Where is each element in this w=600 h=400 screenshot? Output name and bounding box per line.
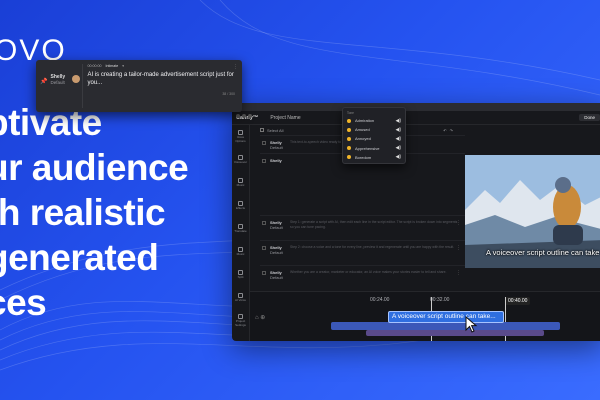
avatar[interactable] <box>72 75 81 83</box>
emoji-icon <box>347 155 351 160</box>
script-row[interactable]: Shelly Default Step 2: choose a voice and… <box>260 240 465 265</box>
sidebar-item-translate[interactable]: Translate <box>232 217 249 240</box>
timeline-ruler: 00:24.00 00:32.00 00:40.00 <box>250 294 600 305</box>
time-label: 00:24.00 <box>370 297 390 303</box>
pin-icon[interactable]: 📌 <box>40 78 47 108</box>
tone-option[interactable]: Amused ◀) <box>347 125 401 134</box>
row-text[interactable]: Step 1: generate a script with AI, then … <box>290 220 465 240</box>
script-row[interactable]: Shelly Default Whether you are a creator,… <box>260 265 465 291</box>
sidebar-item-ai-voice[interactable]: AI Voice <box>232 286 249 309</box>
caption-clip[interactable]: A voiceover script outline can take... <box>388 311 504 323</box>
row-text[interactable]: Whether you are a creator, marketer or e… <box>290 270 450 291</box>
sidebar-item-project-settings[interactable]: Project Settings <box>232 309 249 332</box>
preview-caption: A voiceover script outline can take <box>486 248 600 257</box>
script-time: 00:00:00 <box>87 64 102 68</box>
speaker[interactable]: Shelly Default <box>50 74 72 108</box>
active-script-card[interactable]: 📌 Shelly Default 00:00:00 Intimate ▾ AI i… <box>36 60 242 112</box>
row-text[interactable]: This text-to-speech video ready to ... <box>290 140 349 153</box>
sidebar-item-split[interactable]: Split <box>232 263 249 286</box>
emoji-icon <box>347 127 351 132</box>
sidebar-item-effects[interactable]: Effects <box>232 194 249 217</box>
timeline-tool-icons[interactable]: ⌂ ⊕ <box>255 314 265 321</box>
row-more-icon[interactable]: ⋮ <box>456 245 461 251</box>
row-checkbox[interactable] <box>262 141 266 145</box>
audio-track-2[interactable] <box>366 330 544 336</box>
speaker-icon[interactable]: ◀) <box>395 127 401 133</box>
tone-dropdown: Tone Admiration ◀) Amused ◀) Annoyed ◀) App… <box>342 107 406 164</box>
video-preview[interactable]: A voiceover script outline can take <box>465 155 600 268</box>
row-checkbox[interactable] <box>262 159 266 163</box>
script-row[interactable]: Shelly Default Step 1: generate a script … <box>260 215 465 240</box>
sidebar-item-voiceover[interactable]: Voiceover <box>232 148 249 171</box>
time-label: 00:32.00 <box>430 297 450 303</box>
app-topbar: Canny™ Project Name Done <box>232 111 600 125</box>
sidebar-item-voice-options[interactable]: Voice Options <box>232 125 249 148</box>
sidebar-item-music[interactable]: Music <box>232 171 249 194</box>
char-count: 38 / 300 <box>222 92 235 96</box>
row-checkbox[interactable] <box>262 246 266 250</box>
row-text[interactable]: Step 2: choose a voice and a tone for ev… <box>290 245 458 265</box>
select-all-label: Select All <box>267 127 284 133</box>
sidebar: Voice Options Voiceover Music Effects Tr… <box>232 125 250 341</box>
row-checkbox[interactable] <box>262 221 266 225</box>
tone-option[interactable]: Annoyed ◀) <box>347 134 401 143</box>
headline: ptivate ur audience th realistic generat… <box>0 102 189 323</box>
window-titlebar <box>232 103 600 118</box>
script-text[interactable]: AI is creating a tailor-made advertiseme… <box>87 71 238 87</box>
current-time: 00:40.00 <box>505 297 531 305</box>
speaker-icon[interactable]: ◀) <box>395 145 401 151</box>
tone-option[interactable]: Apprehensive ◀) <box>347 144 401 153</box>
select-all-checkbox[interactable] <box>260 128 264 132</box>
emoji-icon <box>347 118 351 123</box>
tone-select[interactable]: Intimate <box>105 64 118 68</box>
sidebar-item-music-2[interactable]: Music <box>232 240 249 263</box>
tone-menu-header: Tone <box>347 111 354 115</box>
emoji-icon <box>347 136 351 141</box>
script-meta: 00:00:00 Intimate ▾ <box>87 64 238 68</box>
project-name[interactable]: Project Name <box>270 115 300 121</box>
more-icon[interactable]: ⋮ <box>233 64 238 70</box>
audio-track[interactable] <box>331 322 560 330</box>
row-checkbox[interactable] <box>262 271 266 275</box>
mouse-cursor-icon <box>465 316 478 333</box>
done-button[interactable]: Done <box>579 114 600 121</box>
tone-option[interactable]: Boredom ◀) <box>347 153 401 162</box>
undo-redo-icons[interactable]: ↶↷ <box>443 128 456 133</box>
speaker-icon[interactable]: ◀) <box>395 154 401 160</box>
speaker-icon[interactable]: ◀) <box>395 118 401 124</box>
chevron-down-icon[interactable]: ▾ <box>122 64 124 68</box>
emoji-icon <box>347 146 351 151</box>
row-more-icon[interactable]: ⋮ <box>456 270 461 276</box>
tone-option[interactable]: Admiration ◀) <box>347 116 401 125</box>
speaker-icon[interactable]: ◀) <box>395 136 401 142</box>
row-more-icon[interactable]: ⋮ <box>456 220 461 226</box>
